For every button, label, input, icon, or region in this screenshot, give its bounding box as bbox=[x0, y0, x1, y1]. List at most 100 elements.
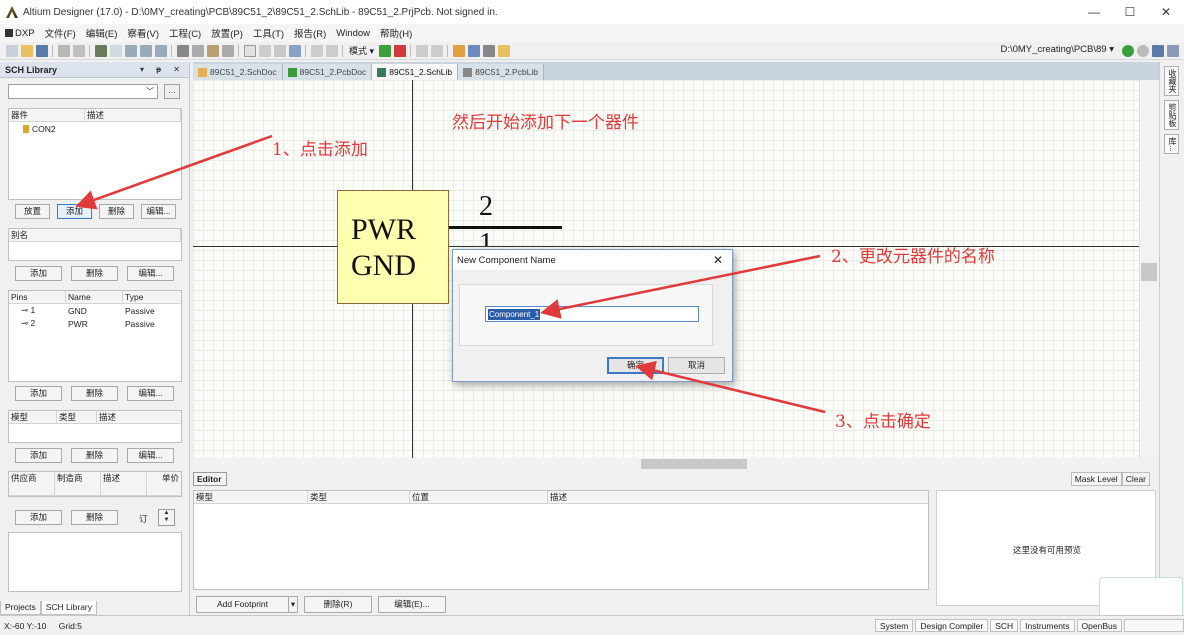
add-icon[interactable] bbox=[378, 44, 391, 57]
vertical-scrollbar[interactable] bbox=[1139, 80, 1159, 458]
ok-button[interactable]: 确定 bbox=[607, 357, 664, 374]
col-model[interactable]: 模型 bbox=[194, 491, 308, 503]
delete-supplier-button[interactable]: 删除 bbox=[71, 510, 118, 525]
add-supplier-button[interactable]: 添加 bbox=[15, 510, 62, 525]
paste-icon[interactable] bbox=[206, 44, 219, 57]
tab-sch-library[interactable]: SCH Library bbox=[40, 601, 98, 615]
settings-icon[interactable] bbox=[1166, 45, 1179, 57]
mode-dropdown[interactable]: 模式 ▾ bbox=[349, 44, 374, 57]
tab-libraries[interactable]: 库... bbox=[1164, 134, 1179, 154]
col-description[interactable]: 描述 bbox=[101, 471, 147, 496]
mask-level-button[interactable]: Mask Level bbox=[1070, 472, 1122, 486]
menu-tools[interactable]: 工具(T) bbox=[248, 26, 289, 40]
menu-dxp[interactable]: DXP bbox=[0, 28, 40, 39]
status-tab-system[interactable]: System bbox=[875, 619, 914, 632]
list-item[interactable]: CON2 bbox=[9, 122, 181, 135]
menu-window[interactable]: Window bbox=[331, 28, 375, 39]
component-body[interactable] bbox=[337, 190, 449, 304]
status-tab-design-compiler[interactable]: Design Compiler bbox=[915, 619, 989, 632]
delete-component-button[interactable]: 删除 bbox=[99, 204, 134, 219]
menu-help[interactable]: 帮助(H) bbox=[375, 26, 417, 40]
edit-alias-button[interactable]: 编辑... bbox=[127, 266, 174, 281]
panel-header-buttons[interactable]: ▾ ᵽ ✕ bbox=[140, 65, 185, 74]
print-icon[interactable] bbox=[57, 44, 70, 57]
tab-projects[interactable]: Projects bbox=[0, 601, 41, 615]
place-button[interactable]: 放置 bbox=[15, 204, 50, 219]
home-icon[interactable] bbox=[1151, 45, 1164, 57]
col-name[interactable]: Name bbox=[66, 291, 123, 303]
table-row[interactable]: ⊸ 1 GND Passive bbox=[9, 304, 181, 317]
redo-icon[interactable] bbox=[325, 44, 338, 57]
open-folder-icon[interactable] bbox=[20, 44, 33, 57]
add-footprint-dropdown[interactable]: ▾ bbox=[288, 596, 298, 613]
edit-model-button[interactable]: 编辑... bbox=[127, 448, 174, 463]
back-icon[interactable] bbox=[1136, 45, 1149, 57]
wire-tools-icon[interactable] bbox=[467, 44, 480, 57]
status-tab-sch[interactable]: SCH bbox=[990, 619, 1019, 632]
col-component[interactable]: 器件 bbox=[9, 109, 85, 121]
menu-project[interactable]: 工程(C) bbox=[164, 26, 206, 40]
select-area-icon[interactable] bbox=[243, 44, 256, 57]
zoom-in-icon[interactable] bbox=[139, 44, 152, 57]
menu-file[interactable]: 文件(F) bbox=[40, 26, 81, 40]
col-description[interactable]: 描述 bbox=[97, 411, 181, 423]
menu-view[interactable]: 察看(V) bbox=[122, 26, 164, 40]
col-location[interactable]: 位置 bbox=[410, 491, 548, 503]
browse-button[interactable]: … bbox=[164, 84, 180, 99]
delete-model-editor-button[interactable]: 删除(R) bbox=[304, 596, 372, 613]
previous-icon[interactable] bbox=[415, 44, 428, 57]
add-pin-button[interactable]: 添加 bbox=[15, 386, 62, 401]
save-icon[interactable] bbox=[35, 44, 48, 57]
col-model[interactable]: 模型 bbox=[9, 411, 57, 423]
col-type[interactable]: Type bbox=[123, 291, 181, 303]
edit-component-button[interactable]: 编辑... bbox=[141, 204, 176, 219]
close-button[interactable]: ✕ bbox=[1148, 0, 1184, 24]
path-dropdown[interactable]: D:\0MY_creating\PCB\89 ▾ bbox=[1000, 44, 1114, 55]
add-component-button[interactable]: 添加 bbox=[57, 204, 92, 219]
horizontal-scrollbar[interactable] bbox=[193, 458, 1139, 470]
align-icon[interactable] bbox=[452, 44, 465, 57]
col-description[interactable]: 描述 bbox=[85, 109, 181, 121]
project-icon[interactable] bbox=[94, 44, 107, 57]
tab-pcbdoc[interactable]: 89C51_2.PcbDoc bbox=[282, 64, 373, 80]
tab-schdoc[interactable]: 89C51_2.SchDoc bbox=[193, 64, 283, 80]
scrollbar-thumb[interactable] bbox=[641, 459, 747, 469]
new-file-icon[interactable] bbox=[5, 44, 18, 57]
status-tab-openbus[interactable]: OpenBus bbox=[1076, 619, 1122, 632]
select-icon[interactable] bbox=[273, 44, 286, 57]
component-name-input[interactable]: Component_1 bbox=[485, 306, 699, 322]
menu-edit[interactable]: 编辑(E) bbox=[81, 26, 123, 40]
delete-pin-button[interactable]: 删除 bbox=[71, 386, 118, 401]
add-model-button[interactable]: 添加 bbox=[15, 448, 62, 463]
col-description[interactable]: 描述 bbox=[548, 491, 928, 503]
add-footprint-button[interactable]: Add Footprint bbox=[196, 596, 289, 613]
col-pins[interactable]: Pins bbox=[9, 291, 66, 303]
rubber-stamp-icon[interactable] bbox=[221, 44, 234, 57]
print-preview-icon[interactable] bbox=[72, 44, 85, 57]
tab-editor[interactable]: Editor bbox=[193, 472, 227, 486]
grid-icon[interactable] bbox=[482, 44, 495, 57]
pin-2-line[interactable] bbox=[449, 226, 562, 229]
order-spinner[interactable]: ▲ ▼ bbox=[158, 509, 175, 526]
menu-reports[interactable]: 报告(R) bbox=[289, 26, 331, 40]
tab-favorites[interactable]: 收藏夹 bbox=[1164, 66, 1179, 96]
col-type[interactable]: 类型 bbox=[57, 411, 97, 423]
fit-icon[interactable] bbox=[109, 44, 122, 57]
cut-icon[interactable] bbox=[176, 44, 189, 57]
copy-icon[interactable] bbox=[191, 44, 204, 57]
col-unit-price[interactable]: 单价 bbox=[147, 472, 181, 496]
col-alias[interactable]: 别名 bbox=[9, 229, 181, 241]
delete-alias-button[interactable]: 删除 bbox=[71, 266, 118, 281]
library-filter-combo[interactable]: ﹀ bbox=[8, 84, 158, 99]
table-row[interactable]: ⊸ 2 PWR Passive bbox=[9, 317, 181, 330]
zoom-out-icon[interactable] bbox=[154, 44, 167, 57]
col-manufacturer[interactable]: 制造商 bbox=[55, 471, 101, 496]
tab-clipboard[interactable]: 剪贴板 bbox=[1164, 100, 1179, 130]
tab-pcblib[interactable]: 89C51_2.PcbLib bbox=[458, 64, 544, 80]
add-alias-button[interactable]: 添加 bbox=[15, 266, 62, 281]
scrollbar-thumb[interactable] bbox=[1141, 263, 1157, 281]
undo-icon[interactable] bbox=[310, 44, 323, 57]
clear-button[interactable]: Clear bbox=[1121, 472, 1150, 486]
library-folder-icon[interactable] bbox=[497, 44, 510, 57]
move-icon[interactable] bbox=[258, 44, 271, 57]
